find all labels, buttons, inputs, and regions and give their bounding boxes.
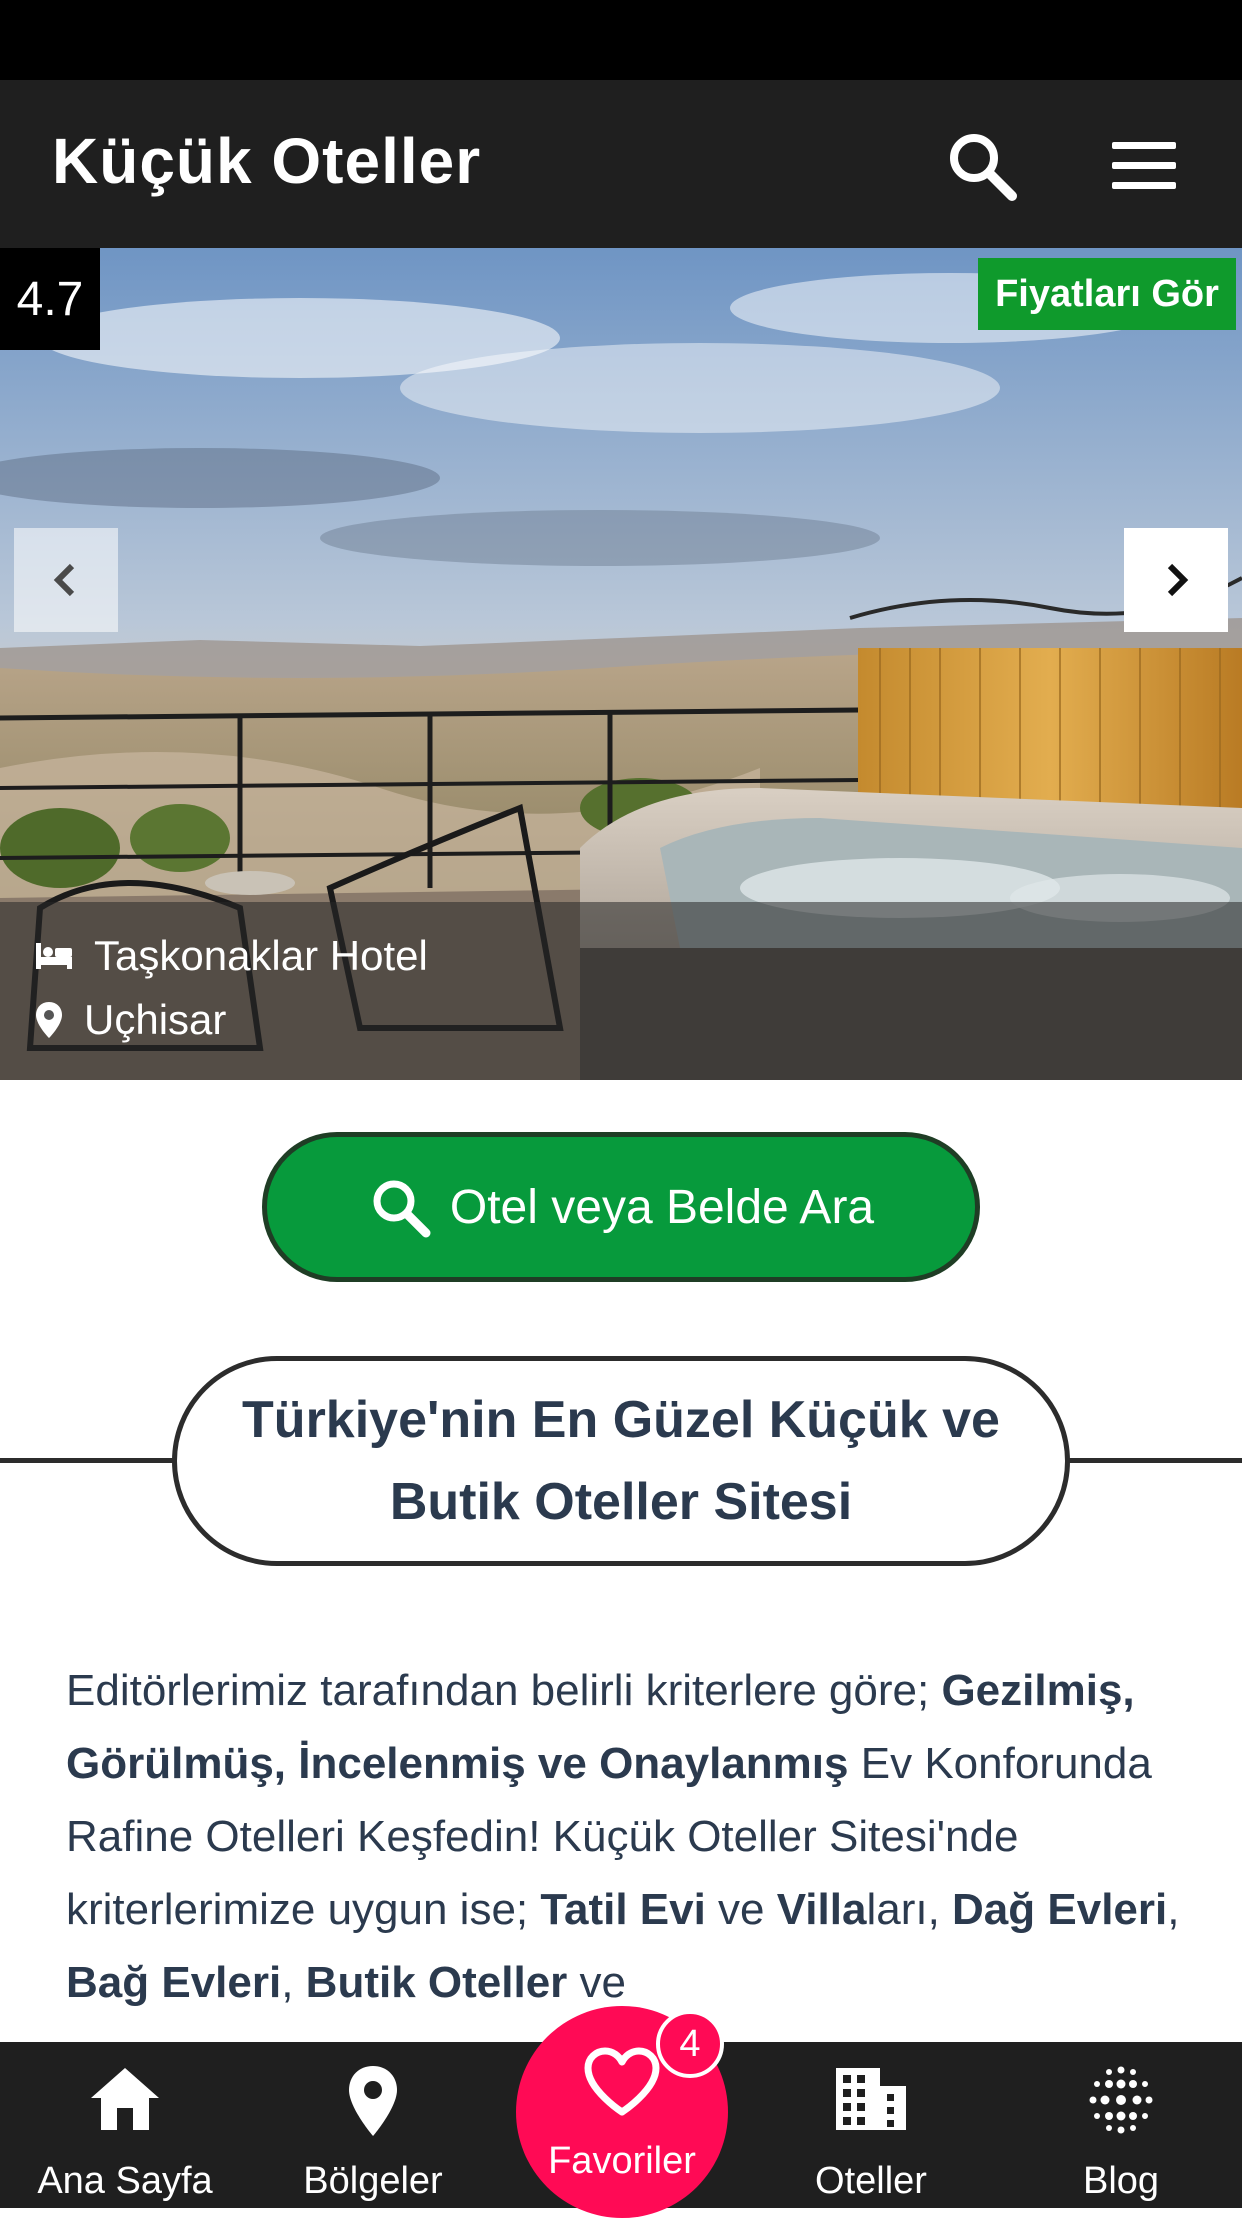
section-heading-pill: Türkiye'nin En Güzel Küçük ve Butik Otel… bbox=[172, 1356, 1070, 1566]
nav-regions-label: Bölgeler bbox=[303, 2160, 443, 2202]
search-hotel-button[interactable]: Otel veya Belde Ara bbox=[262, 1132, 980, 1282]
chevron-left-icon bbox=[53, 563, 75, 597]
nav-regions[interactable]: Bölgeler bbox=[248, 2042, 498, 2208]
app-title[interactable]: Küçük Oteller bbox=[52, 124, 481, 198]
carousel-next-button[interactable] bbox=[1124, 528, 1228, 632]
nav-hotels-label: Oteller bbox=[815, 2160, 927, 2202]
app-header: Küçük Oteller bbox=[0, 80, 1242, 248]
building-icon bbox=[836, 2068, 906, 2130]
location-row[interactable]: Uçhisar bbox=[34, 996, 226, 1044]
hotel-location: Uçhisar bbox=[84, 996, 227, 1043]
home-icon bbox=[91, 2068, 159, 2130]
carousel-prev-button[interactable] bbox=[14, 528, 118, 632]
hamburger-menu-icon[interactable] bbox=[1112, 136, 1184, 196]
nav-home[interactable]: Ana Sayfa bbox=[0, 2042, 250, 2208]
nav-favorites-label: Favoriler bbox=[548, 2140, 696, 2182]
status-bar bbox=[0, 0, 1242, 80]
search-hotel-label: Otel veya Belde Ara bbox=[449, 1180, 875, 1234]
favorites-count-badge: 4 bbox=[656, 2010, 724, 2078]
intro-paragraph: Editörlerimiz tarafından belirli kriterl… bbox=[66, 1666, 1180, 2007]
hero-caption: Taşkonaklar Hotel Uçhisar bbox=[0, 902, 1242, 1080]
heart-icon bbox=[584, 2047, 660, 2116]
section-title: Türkiye'nin En Güzel Küçük ve Butik Otel… bbox=[242, 1391, 1000, 1531]
see-prices-button[interactable]: Fiyatları Gör bbox=[978, 258, 1236, 330]
nav-blog-label: Blog bbox=[1082, 2160, 1160, 2202]
nav-blog[interactable]: Blog bbox=[996, 2042, 1242, 2208]
hotel-name-row[interactable]: Taşkonaklar Hotel bbox=[34, 932, 428, 980]
location-pin-icon bbox=[36, 1002, 62, 1038]
bed-icon bbox=[36, 943, 72, 969]
nav-home-label: Ana Sayfa bbox=[37, 2160, 213, 2202]
location-pin-icon bbox=[349, 2066, 397, 2136]
nav-hotels[interactable]: Oteller bbox=[746, 2042, 996, 2208]
rating-badge: 4.7 bbox=[0, 248, 100, 350]
hotel-name: Taşkonaklar Hotel bbox=[94, 932, 428, 979]
hero-carousel[interactable]: 4.7 Fiyatları Gör Taşkonaklar Hotel Uçhi… bbox=[0, 248, 1242, 1080]
search-icon[interactable] bbox=[944, 128, 1020, 204]
search-icon bbox=[373, 1180, 431, 1238]
chevron-right-icon bbox=[1167, 563, 1189, 597]
dots-grid-icon bbox=[1089, 2066, 1153, 2134]
